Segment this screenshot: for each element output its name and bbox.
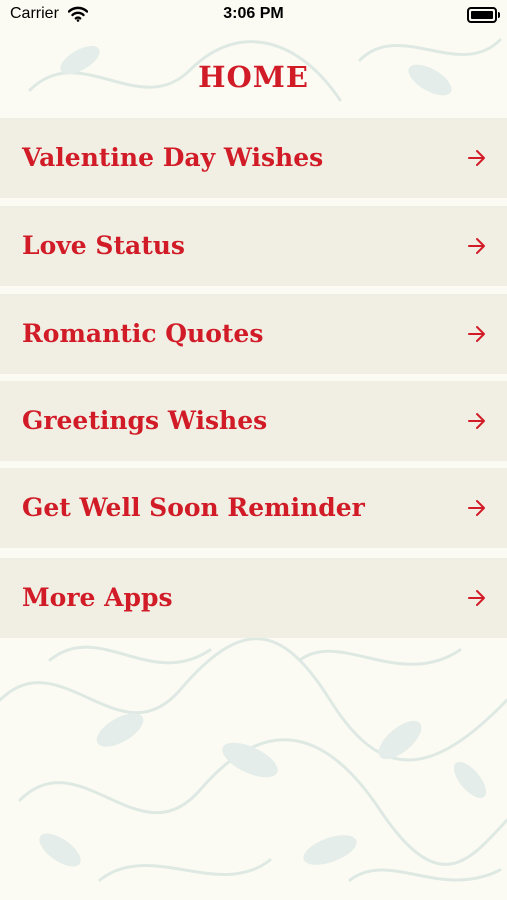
menu-item-get-well-soon-reminder[interactable]: Get Well Soon Reminder — [0, 468, 507, 548]
menu-item-romantic-quotes[interactable]: Romantic Quotes — [0, 294, 507, 374]
menu-item-label: Greetings Wishes — [22, 406, 268, 435]
arrow-right-icon — [468, 500, 485, 516]
status-bar: Carrier 3:06 PM — [0, 0, 507, 32]
menu-item-love-status[interactable]: Love Status — [0, 206, 507, 286]
arrow-right-icon — [468, 326, 485, 342]
battery-icon — [467, 7, 500, 23]
menu-item-label: Romantic Quotes — [22, 319, 264, 348]
arrow-right-icon — [468, 238, 485, 254]
page-title: HOME — [198, 60, 309, 94]
menu-item-label: Love Status — [22, 231, 185, 260]
menu-item-label: Valentine Day Wishes — [22, 143, 324, 172]
arrow-right-icon — [468, 590, 485, 606]
menu-item-valentine-day-wishes[interactable]: Valentine Day Wishes — [0, 118, 507, 198]
arrow-right-icon — [468, 413, 485, 429]
menu-item-label: More Apps — [22, 583, 173, 612]
menu-item-more-apps[interactable]: More Apps — [0, 558, 507, 638]
arrow-right-icon — [468, 150, 485, 166]
menu-item-label: Get Well Soon Reminder — [22, 493, 365, 522]
status-time: 3:06 PM — [223, 5, 284, 22]
menu-item-greetings-wishes[interactable]: Greetings Wishes — [0, 381, 507, 461]
